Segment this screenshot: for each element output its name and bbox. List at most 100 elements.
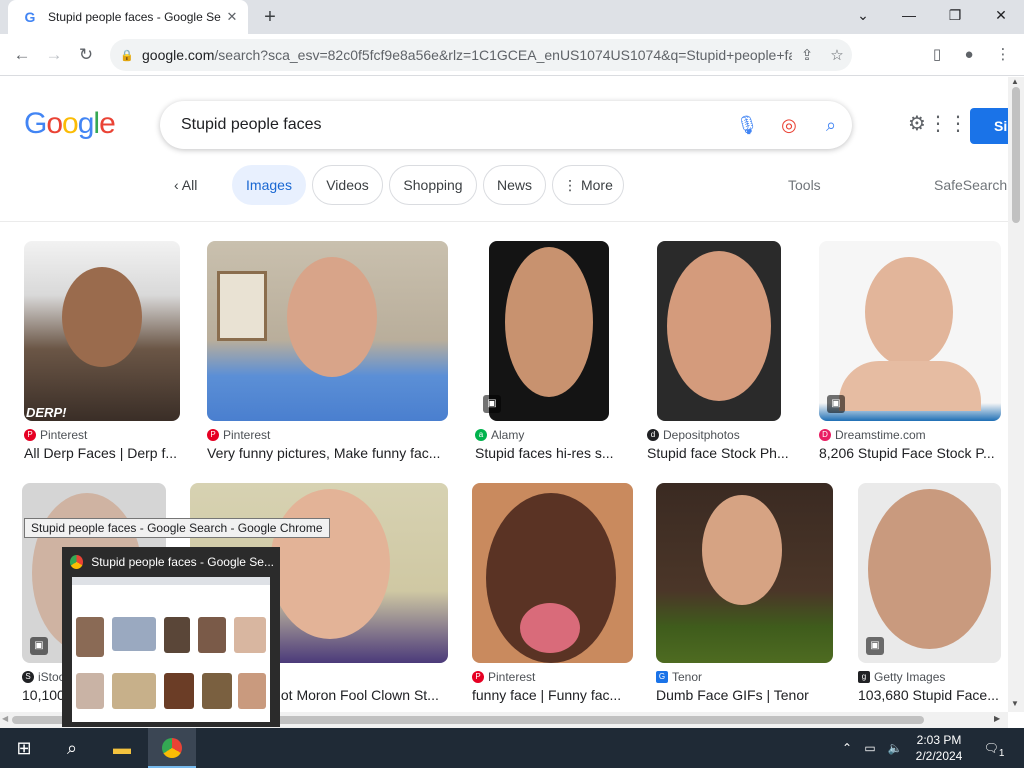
preview-title-text: Stupid people faces - Google Se... bbox=[91, 555, 274, 569]
result-source-label: iStoc bbox=[38, 670, 65, 684]
search-icon[interactable]: ⌕ bbox=[48, 728, 96, 768]
network-icon[interactable]: ▭ bbox=[860, 728, 880, 768]
back-button[interactable]: ← bbox=[8, 42, 36, 68]
notifications-icon[interactable]: 🗨1 bbox=[978, 728, 1010, 768]
vertical-scroll-thumb[interactable] bbox=[1012, 87, 1020, 223]
share-icon[interactable]: ⇪ bbox=[792, 46, 822, 64]
google-lens-icon[interactable]: ◎ bbox=[768, 115, 810, 136]
result-source[interactable]: D Dreamstime.com bbox=[819, 428, 926, 442]
chip-news[interactable]: News bbox=[483, 165, 546, 205]
scroll-down-arrow-icon[interactable]: ▼ bbox=[1011, 699, 1019, 708]
bookmark-star-icon[interactable]: ☆ bbox=[822, 46, 852, 64]
browser-tab[interactable]: G Stupid people faces - Google Se ✕ bbox=[8, 0, 248, 34]
result-caption[interactable]: Stupid faces hi-res s... bbox=[475, 445, 623, 461]
url-host: google.com bbox=[142, 47, 215, 63]
file-explorer-icon[interactable]: ▬ bbox=[98, 728, 146, 768]
result-caption[interactable]: Stupid face Stock Ph... bbox=[647, 445, 793, 461]
result-source[interactable]: SiStoc bbox=[22, 670, 65, 684]
search-box[interactable]: Stupid people faces 🎙 ◎ ⌕ bbox=[160, 101, 852, 149]
image-result[interactable]: DERP! P Pinterest All Derp Faces | Derp f… bbox=[24, 241, 180, 466]
image-result[interactable]: ▣ a Alamy Stupid faces hi-res s... bbox=[475, 241, 623, 466]
chip-more-label: More bbox=[580, 177, 613, 193]
image-result[interactable]: P Pinterest Very funny pictures, Make fun… bbox=[207, 241, 448, 466]
chrome-menu-icon[interactable]: ⋮ bbox=[990, 42, 1016, 68]
preview-title: Stupid people faces - Google Se... bbox=[70, 553, 274, 571]
image-badge-icon: ▣ bbox=[483, 395, 501, 413]
forward-button[interactable]: → bbox=[40, 42, 68, 68]
result-source[interactable]: G Tenor bbox=[656, 670, 702, 684]
search-icon[interactable]: ⌕ bbox=[810, 115, 852, 136]
show-hidden-icons-chevron-icon[interactable]: ⌃ bbox=[838, 728, 856, 768]
result-caption[interactable]: funny face | Funny fac... bbox=[472, 687, 633, 703]
image-result[interactable]: ▣ g Getty Images 103,680 Stupid Face... bbox=[858, 483, 1001, 708]
result-thumbnail[interactable] bbox=[472, 483, 633, 663]
google-logo[interactable]: Google bbox=[24, 107, 116, 141]
chip-images[interactable]: Images bbox=[232, 165, 306, 205]
result-source[interactable]: P Pinterest bbox=[24, 428, 87, 442]
tab-title: Stupid people faces - Google Se bbox=[48, 10, 221, 24]
result-source[interactable]: g Getty Images bbox=[858, 670, 945, 684]
chip-more[interactable]: ⋮ More bbox=[552, 165, 624, 205]
search-input[interactable]: Stupid people faces bbox=[181, 116, 726, 134]
clock[interactable]: 2:03 PM 2/2/2024 bbox=[910, 728, 968, 768]
sign-in-button[interactable]: Si bbox=[970, 108, 1008, 144]
profile-avatar-icon[interactable]: ● bbox=[956, 42, 982, 68]
chrome-taskbar-button[interactable] bbox=[148, 728, 196, 768]
result-thumbnail[interactable] bbox=[657, 241, 781, 421]
result-thumbnail[interactable] bbox=[858, 483, 1001, 663]
chip-videos[interactable]: Videos bbox=[312, 165, 383, 205]
chip-shopping[interactable]: Shopping bbox=[389, 165, 477, 205]
google-favicon-icon: G bbox=[24, 9, 36, 25]
close-window-button[interactable]: ✕ bbox=[978, 0, 1024, 30]
getty-images-icon: g bbox=[858, 671, 870, 683]
pinterest-icon: P bbox=[207, 429, 219, 441]
settings-gear-icon[interactable]: ⚙ bbox=[908, 111, 926, 136]
minimize-button[interactable]: — bbox=[886, 0, 932, 30]
address-bar[interactable]: 🔒 google.com/search?sca_esv=82c0f5fcf9e8… bbox=[110, 39, 852, 71]
safesearch-link[interactable]: SafeSearch bbox=[934, 165, 1007, 205]
result-source[interactable]: d Depositphotos bbox=[647, 428, 740, 442]
chip-all[interactable]: ‹ All bbox=[174, 165, 197, 205]
result-source-label: Tenor bbox=[672, 670, 703, 684]
result-thumbnail[interactable] bbox=[207, 241, 448, 421]
result-thumbnail[interactable] bbox=[656, 483, 833, 663]
side-panel-icon[interactable]: ▯ bbox=[924, 42, 950, 68]
taskbar-window-preview[interactable]: Stupid people faces - Google Se... bbox=[62, 547, 280, 727]
windows-start-icon[interactable]: ⊞ bbox=[0, 728, 48, 768]
pinterest-icon: P bbox=[24, 429, 36, 441]
reload-button[interactable]: ↻ bbox=[72, 42, 100, 68]
scroll-up-arrow-icon[interactable]: ▲ bbox=[1011, 77, 1019, 86]
clock-time: 2:03 PM bbox=[916, 733, 962, 747]
result-caption[interactable]: 103,680 Stupid Face... bbox=[858, 687, 1001, 703]
restore-button[interactable]: ❐ bbox=[932, 0, 978, 30]
result-caption[interactable]: Very funny pictures, Make funny fac... bbox=[207, 445, 448, 461]
chrome-icon bbox=[70, 555, 84, 569]
result-caption[interactable]: 8,206 Stupid Face Stock P... bbox=[819, 445, 1001, 461]
tools-link[interactable]: Tools bbox=[788, 165, 821, 205]
scroll-left-arrow-icon[interactable]: ◀ bbox=[2, 714, 8, 723]
result-source[interactable]: P Pinterest bbox=[472, 670, 535, 684]
new-tab-button[interactable]: + bbox=[258, 6, 282, 28]
result-thumbnail[interactable]: DERP! bbox=[24, 241, 180, 421]
result-thumbnail[interactable] bbox=[489, 241, 609, 421]
scroll-right-arrow-icon[interactable]: ▶ bbox=[994, 714, 1000, 723]
volume-muted-icon[interactable]: 🔈 bbox=[884, 728, 906, 768]
preview-thumbnail[interactable] bbox=[72, 577, 270, 722]
result-caption[interactable]: Dumb Face GIFs | Tenor bbox=[656, 687, 833, 703]
image-result[interactable]: d Depositphotos Stupid face Stock Ph... bbox=[647, 241, 793, 466]
tab-close-icon[interactable]: ✕ bbox=[224, 9, 240, 25]
logo-letter: o bbox=[62, 107, 79, 140]
result-thumbnail[interactable] bbox=[819, 241, 1001, 421]
result-source[interactable]: P Pinterest bbox=[207, 428, 270, 442]
image-result[interactable]: G Tenor Dumb Face GIFs | Tenor bbox=[656, 483, 833, 708]
clock-date: 2/2/2024 bbox=[915, 749, 963, 763]
result-caption[interactable]: All Derp Faces | Derp f... bbox=[24, 445, 180, 461]
result-source[interactable]: a Alamy bbox=[475, 428, 524, 442]
image-result[interactable]: P Pinterest funny face | Funny fac... bbox=[472, 483, 633, 708]
microphone-icon[interactable]: 🎙 bbox=[726, 115, 768, 136]
browser-toolbar: ← → ↻ 🔒 google.com/search?sca_esv=82c0f5… bbox=[0, 34, 1024, 76]
vertical-scrollbar[interactable]: ▲ ▼ bbox=[1008, 77, 1024, 712]
image-result[interactable]: ▣ D Dreamstime.com 8,206 Stupid Face Stoc… bbox=[819, 241, 1001, 466]
url-text[interactable]: google.com/search?sca_esv=82c0f5fcf9e8a5… bbox=[142, 47, 792, 63]
tab-search-chevron-icon[interactable]: ⌄ bbox=[840, 0, 886, 30]
